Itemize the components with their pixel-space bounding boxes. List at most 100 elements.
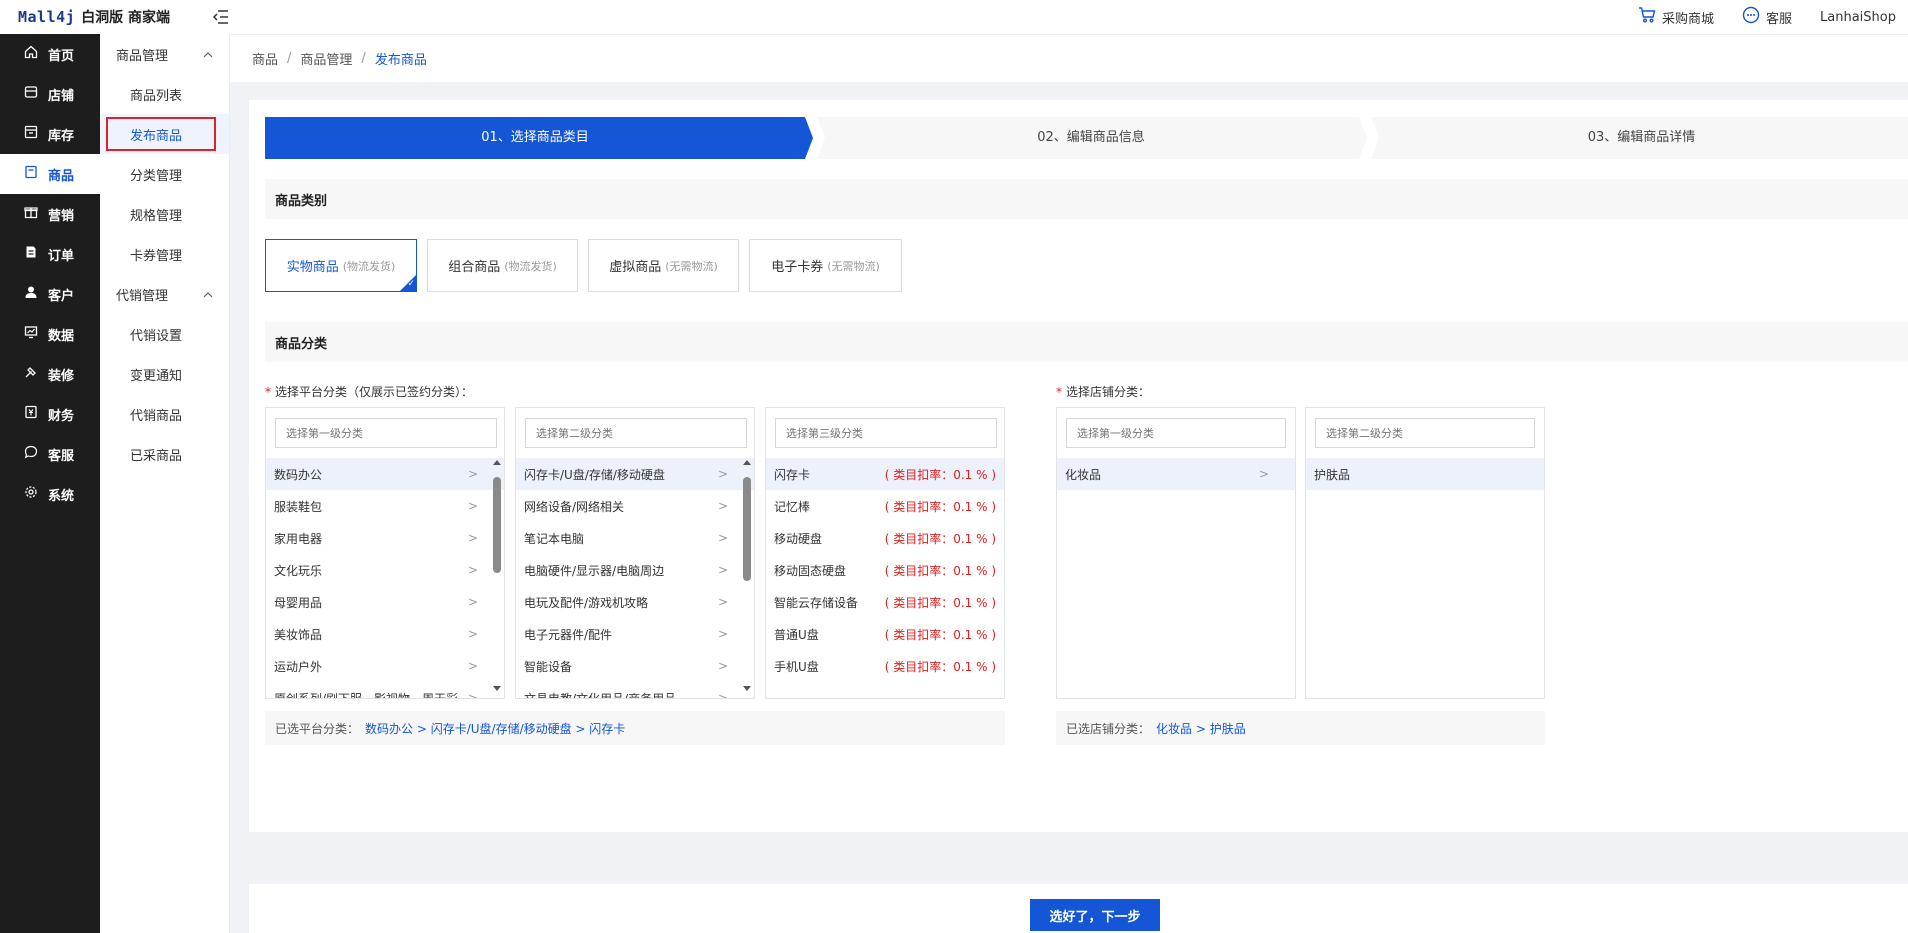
store-level2-search-input[interactable]: [1315, 418, 1535, 448]
customer-service-link[interactable]: 客服: [1742, 6, 1792, 28]
list-item[interactable]: 闪存卡 ( 类目扣率：0.1 % ): [766, 458, 1004, 490]
sidebar-item-home[interactable]: 首页: [0, 34, 100, 74]
platform-category-label: * 选择平台分类（仅展示已签约分类）：: [265, 383, 473, 400]
list-item[interactable]: 电玩及配件/游戏机攻略 >: [516, 586, 754, 618]
submenu-item-spec-management[interactable]: 规格管理: [100, 194, 229, 234]
list-item[interactable]: 手机U盘 ( 类目扣率：0.1 % ): [766, 650, 1004, 682]
next-step-button[interactable]: 选好了，下一步: [1030, 899, 1160, 931]
selected-platform-path[interactable]: 数码办公 > 闪存卡/U盘/存储/移动硬盘 > 闪存卡: [365, 720, 625, 737]
sidebar-item-decorate[interactable]: 装修: [0, 354, 100, 394]
list-item[interactable]: 普通U盘 ( 类目扣率：0.1 % ): [766, 618, 1004, 650]
list-item[interactable]: 服装鞋包 >: [266, 490, 504, 522]
list-item-label: 文具电教/文化用品/商务用品: [524, 690, 676, 699]
sidebar-item-customer[interactable]: 客户: [0, 274, 100, 314]
list-item[interactable]: 数码办公 >: [266, 458, 504, 490]
sidebar-item-finance[interactable]: 财务: [0, 394, 100, 434]
sidebar-item-product[interactable]: 商品: [0, 154, 100, 194]
list-item[interactable]: 智能设备 >: [516, 650, 754, 682]
sidebar-item-store[interactable]: 店铺: [0, 74, 100, 114]
product-type-physical[interactable]: 实物商品 (物流发货) ✓: [265, 239, 417, 292]
list-item-label: 文化玩乐: [274, 563, 323, 578]
selected-store-category: 已选店铺分类： 化妆品 > 护肤品: [1056, 711, 1545, 745]
commission-rate: ( 类目扣率：0.1 % ): [884, 467, 996, 482]
list-item[interactable]: 化妆品 >: [1057, 458, 1295, 490]
submenu-item-change-notice[interactable]: 变更通知: [100, 354, 229, 394]
submenu-item-product-list[interactable]: 商品列表: [100, 74, 229, 114]
list-item[interactable]: 护肤品: [1306, 458, 1544, 490]
sidebar-item-inventory[interactable]: 库存: [0, 114, 100, 154]
logo[interactable]: Mall4j 白洞版 商家端: [18, 6, 170, 28]
submenu-item-category-management[interactable]: 分类管理: [100, 154, 229, 194]
menu-collapse-icon[interactable]: [212, 8, 230, 26]
commission-rate: ( 类目扣率：0.1 % ): [884, 499, 996, 514]
platform-level1-list[interactable]: 数码办公 > 服装鞋包 > 家用电器 > 文化玩乐 > 母婴用品 > 美妆饰品 > 运动户外…: [266, 458, 504, 698]
service-icon: [24, 445, 48, 463]
sidebar-item-label: 财务: [48, 408, 75, 424]
sidebar-item-service[interactable]: 客服: [0, 434, 100, 474]
store-level2-list[interactable]: 护肤品: [1306, 458, 1544, 698]
store-level2-column: 护肤品: [1305, 407, 1545, 699]
scroll-up-arrow[interactable]: [493, 460, 501, 465]
scroll-down-arrow[interactable]: [743, 686, 751, 691]
product-type-ecard[interactable]: 电子卡券 (无需物流): [749, 239, 902, 292]
list-item[interactable]: 美妆饰品 >: [266, 618, 504, 650]
list-item[interactable]: 家用电器 >: [266, 522, 504, 554]
customer-service-label: 客服: [1766, 11, 1793, 27]
user-name[interactable]: LanhaiShop: [1820, 10, 1896, 25]
submenu-item-publish-product[interactable]: 发布商品: [100, 114, 229, 154]
breadcrumb-item[interactable]: 商品管理: [300, 49, 352, 68]
list-item[interactable]: 闪存卡/U盘/存储/移动硬盘 >: [516, 458, 754, 490]
section-header-product-category: 商品分类: [265, 322, 1908, 362]
platform-level3-search-input[interactable]: [775, 418, 997, 448]
data-icon: [24, 325, 48, 343]
product-type-virtual[interactable]: 虚拟商品 (无需物流): [588, 239, 739, 292]
list-item[interactable]: 记忆棒 ( 类目扣率：0.1 % ): [766, 490, 1004, 522]
submenu-item-coupon-management[interactable]: 卡券管理: [100, 234, 229, 274]
list-item-label: 笔记本电脑: [524, 531, 585, 546]
platform-level2-search-input[interactable]: [525, 418, 747, 448]
list-item[interactable]: 笔记本电脑 >: [516, 522, 754, 554]
list-item[interactable]: 移动硬盘 ( 类目扣率：0.1 % ): [766, 522, 1004, 554]
platform-level1-search-input[interactable]: [275, 418, 497, 448]
step-3-label: 03、编辑商品详情: [1587, 130, 1696, 145]
submenu-item-purchased-products[interactable]: 已采商品: [100, 434, 229, 474]
sidebar-item-order[interactable]: 订单: [0, 234, 100, 274]
store-level1-list[interactable]: 化妆品 >: [1057, 458, 1295, 698]
chevron-right-icon: >: [717, 595, 728, 609]
platform-level2-list[interactable]: 闪存卡/U盘/存储/移动硬盘 > 网络设备/网络相关 > 笔记本电脑 > 电脑硬件/显…: [516, 458, 754, 698]
list-item[interactable]: 文化玩乐 >: [266, 554, 504, 586]
chevron-right-icon: >: [717, 691, 728, 698]
scroll-down-arrow[interactable]: [493, 686, 501, 691]
list-item[interactable]: 电脑硬件/显示器/电脑周边 >: [516, 554, 754, 586]
chevron-right-icon: >: [717, 499, 728, 513]
scrollbar-thumb[interactable]: [493, 477, 501, 573]
submenu-item-consignment-products[interactable]: 代销商品: [100, 394, 229, 434]
product-type-bundle[interactable]: 组合商品 (物流发货): [427, 239, 578, 292]
scrollbar-thumb[interactable]: [743, 477, 751, 581]
product-type-sub: (物流发货): [342, 259, 396, 273]
list-item[interactable]: 原创系列/剧下服，影视物，周天彩 >: [266, 682, 504, 698]
store-level1-search-input[interactable]: [1066, 418, 1286, 448]
list-item-label: 闪存卡: [774, 467, 811, 482]
sidebar-item-label: 客户: [48, 288, 75, 304]
sidebar-item-data[interactable]: 数据: [0, 314, 100, 354]
list-item[interactable]: 电子元器件/配件 >: [516, 618, 754, 650]
selected-store-path[interactable]: 化妆品 > 护肤品: [1156, 720, 1246, 737]
sidebar-item-system[interactable]: 系统: [0, 474, 100, 514]
scroll-up-arrow[interactable]: [743, 460, 751, 465]
list-item[interactable]: 网络设备/网络相关 >: [516, 490, 754, 522]
purchase-mall-link[interactable]: 采购商城: [1638, 7, 1714, 27]
submenu-group-consignment-management[interactable]: 代销管理: [100, 274, 229, 314]
platform-level3-column: 闪存卡 ( 类目扣率：0.1 % ) 记忆棒 ( 类目扣率：0.1 % ) 移动硬盘…: [765, 407, 1005, 699]
platform-level3-list[interactable]: 闪存卡 ( 类目扣率：0.1 % ) 记忆棒 ( 类目扣率：0.1 % ) 移动硬盘…: [766, 458, 1004, 698]
list-item[interactable]: 母婴用品 >: [266, 586, 504, 618]
list-item[interactable]: 文具电教/文化用品/商务用品 >: [516, 682, 754, 698]
breadcrumb: 商品 / 商品管理 / 发布商品: [230, 34, 1908, 82]
submenu-group-product-management[interactable]: 商品管理: [100, 34, 229, 74]
breadcrumb-item[interactable]: 商品: [252, 49, 278, 68]
sidebar-item-marketing[interactable]: 营销: [0, 194, 100, 234]
list-item[interactable]: 移动固态硬盘 ( 类目扣率：0.1 % ): [766, 554, 1004, 586]
submenu-item-consignment-settings[interactable]: 代销设置: [100, 314, 229, 354]
list-item[interactable]: 运动户外 >: [266, 650, 504, 682]
list-item[interactable]: 智能云存储设备 ( 类目扣率：0.1 % ): [766, 586, 1004, 618]
